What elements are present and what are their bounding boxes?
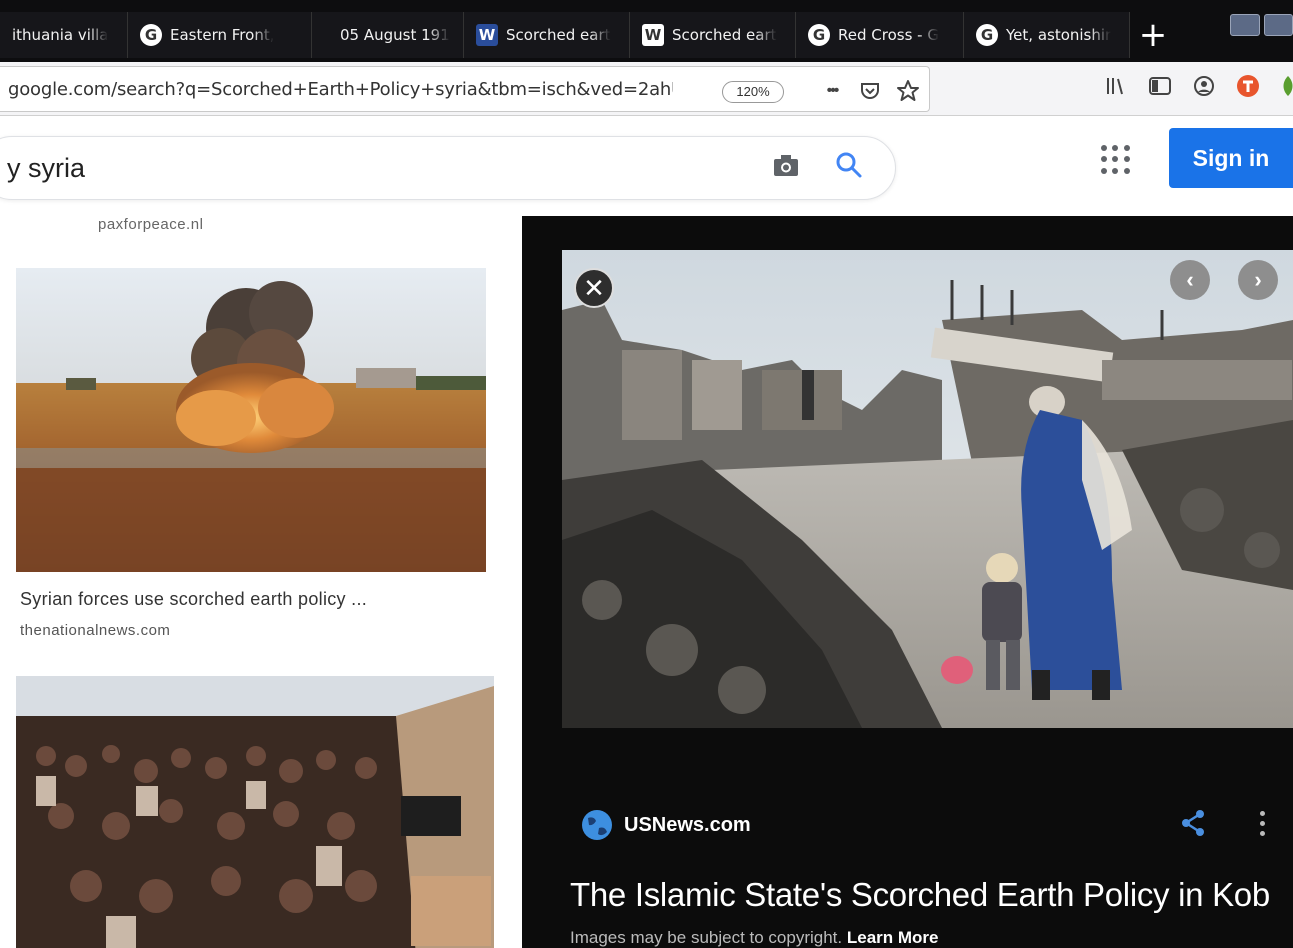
navigation-bar: google.com/search?q=Scorched+Earth+Polic… <box>0 62 1293 116</box>
image-results-column: paxforpeace.nl Syrian forces use scorche… <box>0 216 522 948</box>
tab-label: Scorched eart <box>506 26 611 44</box>
result-thumbnail-crowd[interactable] <box>16 676 494 948</box>
sidebar-icon[interactable] <box>1146 72 1174 100</box>
tab-6[interactable]: G Red Cross - G <box>796 12 964 58</box>
tab-label: Yet, astonishir <box>1006 26 1112 44</box>
image-preview-panel: ✕ ‹ › USNews.com The Islamic State's Sco… <box>522 216 1293 948</box>
extension-icon[interactable] <box>1234 72 1262 100</box>
learn-more-link[interactable]: Learn More <box>847 928 939 947</box>
new-tab-button[interactable]: + <box>1130 14 1176 56</box>
sign-in-button[interactable]: Sign in <box>1169 128 1293 188</box>
maximize-button[interactable] <box>1264 14 1293 36</box>
pocket-icon[interactable] <box>856 77 884 105</box>
more-options-icon[interactable] <box>1255 808 1269 838</box>
minimize-button[interactable] <box>1230 14 1260 36</box>
tab-5[interactable]: W Scorched eart <box>630 12 796 58</box>
copyright-notice: Images may be subject to copyright. Lear… <box>570 928 939 948</box>
tab-1[interactable]: ithuania villa <box>0 12 128 58</box>
tab-7[interactable]: G Yet, astonishir <box>964 12 1130 58</box>
google-icon: G <box>140 24 162 46</box>
google-icon: G <box>976 24 998 46</box>
url-bar[interactable]: google.com/search?q=Scorched+Earth+Polic… <box>0 66 930 112</box>
globe-icon <box>582 810 612 840</box>
search-box[interactable]: y syria <box>0 136 896 200</box>
close-preview-button[interactable]: ✕ <box>574 268 614 308</box>
camera-search-icon[interactable] <box>772 152 800 180</box>
tab-label: Red Cross - G <box>838 26 939 44</box>
zoom-level-button[interactable]: 120% <box>722 81 784 103</box>
tab-4[interactable]: W Scorched eart <box>464 12 630 58</box>
search-icon[interactable] <box>834 150 864 180</box>
tab-2[interactable]: G Eastern Front, <box>128 12 312 58</box>
tab-label: Eastern Front, <box>170 26 275 44</box>
result-caption[interactable]: Syrian forces use scorched earth policy … <box>20 589 367 610</box>
wiki-icon: W <box>476 24 498 46</box>
google-apps-icon[interactable] <box>1101 145 1131 175</box>
google-header: y syria <box>0 116 1293 216</box>
google-icon: G <box>808 24 830 46</box>
previous-image-button[interactable]: ‹ <box>1170 260 1210 300</box>
next-image-button[interactable]: › <box>1238 260 1278 300</box>
copyright-text: Images may be subject to copyright. <box>570 928 843 947</box>
result-domain[interactable]: thenationalnews.com <box>20 622 170 639</box>
wikipedia-icon: W <box>642 24 664 46</box>
share-icon[interactable] <box>1178 808 1208 838</box>
bookmark-star-icon[interactable] <box>894 77 922 105</box>
tab-3[interactable]: 05 August 191 <box>312 12 464 58</box>
result-thumbnail-explosion[interactable] <box>16 268 486 572</box>
library-icon[interactable] <box>1103 72 1131 100</box>
search-input[interactable]: y syria <box>7 153 85 184</box>
tab-bar: ithuania villa G Eastern Front, 05 Augus… <box>0 0 1293 62</box>
result-source[interactable]: paxforpeace.nl <box>98 216 203 233</box>
extension-leaf-icon[interactable] <box>1274 72 1293 100</box>
source-site[interactable]: USNews.com <box>580 808 751 842</box>
page-actions-icon[interactable]: ••• <box>818 77 846 105</box>
source-site-name: USNews.com <box>624 813 751 836</box>
tab-label: Scorched eart <box>672 26 777 44</box>
tab-label: ithuania villa <box>12 26 109 44</box>
preview-title[interactable]: The Islamic State's Scorched Earth Polic… <box>570 876 1293 914</box>
preview-image[interactable] <box>562 250 1293 728</box>
url-text: google.com/search?q=Scorched+Earth+Polic… <box>8 79 673 100</box>
tab-label: 05 August 191 <box>340 26 450 44</box>
account-icon[interactable] <box>1190 72 1218 100</box>
